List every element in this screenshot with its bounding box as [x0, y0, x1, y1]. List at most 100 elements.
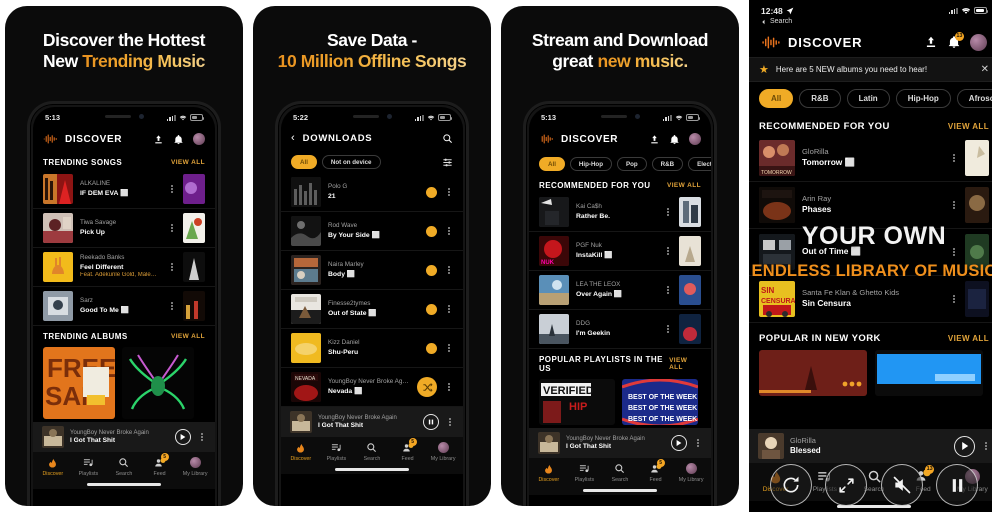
- view-all-link[interactable]: VIEW ALL: [948, 334, 989, 343]
- view-all-link[interactable]: VIEW ALL: [667, 182, 701, 189]
- upload-icon[interactable]: [153, 134, 164, 145]
- downloaded-indicator-icon[interactable]: [426, 264, 437, 276]
- back-to-search-link[interactable]: Search: [749, 18, 992, 27]
- tab-my-library[interactable]: My Library: [177, 456, 213, 477]
- mini-player-overflow-icon[interactable]: [445, 416, 454, 427]
- upload-icon[interactable]: [924, 35, 938, 49]
- view-all-link[interactable]: VIEW ALL: [948, 122, 989, 131]
- downloaded-indicator-icon[interactable]: [426, 342, 437, 354]
- avatar[interactable]: [689, 133, 701, 145]
- play-button[interactable]: [671, 435, 687, 451]
- album-tile[interactable]: FREE SAM: [43, 347, 115, 419]
- close-icon[interactable]: ✕: [981, 64, 989, 75]
- tab-search[interactable]: Search: [354, 441, 390, 462]
- mini-player-overflow-icon[interactable]: [693, 437, 702, 448]
- table-row[interactable]: Naira Marley Body ⬜: [281, 251, 463, 290]
- chip-rnb[interactable]: R&B: [799, 89, 841, 108]
- table-row[interactable]: Sarz Good To Me ⬜: [33, 287, 215, 326]
- chip-rnb[interactable]: R&B: [651, 157, 684, 171]
- replay-button[interactable]: [769, 464, 812, 506]
- bell-icon[interactable]: [669, 134, 680, 145]
- table-row[interactable]: Rod Wave By Your Side ⬜: [281, 212, 463, 251]
- row-overflow-menu-icon[interactable]: [949, 199, 958, 210]
- chip-hip-hop[interactable]: Hip-Hop: [569, 157, 612, 171]
- mini-player-2[interactable]: YoungBoy Never Broke Again I Got That Sh…: [281, 407, 463, 437]
- table-row[interactable]: LÉA THE LEOX Over Again ⬜: [529, 271, 711, 310]
- chip-all[interactable]: All: [291, 155, 317, 169]
- tab-discover[interactable]: Discover: [531, 462, 567, 483]
- row-overflow-menu-icon[interactable]: [949, 246, 958, 257]
- chip-latin[interactable]: Latin: [846, 89, 890, 108]
- row-overflow-menu-icon[interactable]: [444, 303, 453, 314]
- chip-electronic[interactable]: Electronic: [688, 157, 711, 171]
- playlist-tile[interactable]: VERIFIED HIP: [539, 379, 615, 425]
- chip-pop[interactable]: Pop: [616, 157, 647, 171]
- table-row[interactable]: Out of Time ⬜: [749, 229, 992, 276]
- tab-playlists[interactable]: Playlists: [319, 441, 355, 462]
- row-overflow-menu-icon[interactable]: [167, 222, 176, 233]
- tab-playlists[interactable]: Playlists: [567, 462, 603, 483]
- album-tile[interactable]: [122, 347, 194, 419]
- row-overflow-menu-icon[interactable]: [444, 186, 453, 197]
- bell-icon[interactable]: [173, 134, 184, 145]
- table-row[interactable]: Kizz Daniel Shu-Peru: [281, 329, 463, 368]
- row-overflow-menu-icon[interactable]: [444, 381, 453, 392]
- table-row[interactable]: ALKALINE IF DEM EVA ⬜: [33, 170, 215, 209]
- table-row[interactable]: Tiwa Savage Pick Up: [33, 209, 215, 248]
- row-overflow-menu-icon[interactable]: [444, 225, 453, 236]
- table-row[interactable]: NEVADA YoungBoy Never Broke Again Nevada …: [281, 368, 463, 407]
- row-overflow-menu-icon[interactable]: [949, 293, 958, 304]
- play-button[interactable]: [954, 435, 975, 457]
- filter-settings-icon[interactable]: [442, 157, 453, 168]
- mini-player-overflow-icon[interactable]: [197, 431, 206, 442]
- tab-search[interactable]: Search: [602, 462, 638, 483]
- chip-all[interactable]: All: [539, 157, 565, 171]
- playlist-tile[interactable]: [875, 350, 983, 396]
- tab-discover[interactable]: Discover: [35, 456, 71, 477]
- tab-my-library[interactable]: My Library: [425, 441, 461, 462]
- tab-discover[interactable]: Discover: [283, 441, 319, 462]
- view-all-link[interactable]: VIEW ALL: [669, 357, 701, 371]
- table-row[interactable]: Finesse2tymes Out of State ⬜: [281, 290, 463, 329]
- row-overflow-menu-icon[interactable]: [444, 342, 453, 353]
- mute-button[interactable]: [880, 464, 923, 506]
- downloaded-indicator-icon[interactable]: [426, 225, 437, 237]
- mini-player-1[interactable]: YoungBoy Never Broke Again I Got That Sh…: [33, 422, 215, 452]
- pause-button[interactable]: [936, 464, 979, 506]
- mini-player-overflow-icon[interactable]: [981, 440, 990, 451]
- row-overflow-menu-icon[interactable]: [167, 261, 176, 272]
- table-row[interactable]: DDG I'm Geekin: [529, 310, 711, 349]
- pause-button[interactable]: [423, 414, 439, 430]
- tab-my-library[interactable]: My Library: [673, 462, 709, 483]
- mini-player-3[interactable]: YoungBoy Never Broke Again I Got That Sh…: [529, 428, 711, 458]
- chip-hip-hop[interactable]: Hip-Hop: [895, 89, 951, 108]
- chip-not-on-device[interactable]: Not on device: [321, 155, 381, 169]
- row-overflow-menu-icon[interactable]: [663, 245, 672, 256]
- downloaded-indicator-icon[interactable]: [426, 303, 437, 315]
- back-chevron-icon[interactable]: ‹: [291, 132, 295, 144]
- tab-feed[interactable]: 5 Feed: [638, 459, 674, 483]
- row-overflow-menu-icon[interactable]: [663, 206, 672, 217]
- table-row[interactable]: Polo G 21: [281, 173, 463, 212]
- row-overflow-menu-icon[interactable]: [663, 323, 672, 334]
- playlist-tile[interactable]: [759, 350, 867, 396]
- table-row[interactable]: Arin Ray Phases: [749, 182, 992, 229]
- shuffle-button[interactable]: [417, 377, 437, 397]
- row-overflow-menu-icon[interactable]: [167, 300, 176, 311]
- play-button[interactable]: [175, 429, 191, 445]
- downloaded-indicator-icon[interactable]: [426, 186, 437, 198]
- row-overflow-menu-icon[interactable]: [949, 152, 958, 163]
- chip-all[interactable]: All: [759, 89, 794, 108]
- table-row[interactable]: Kai Ca$h Rather Be.: [529, 193, 711, 232]
- table-row[interactable]: Reekado Banks Feel Different Feat. Adeku…: [33, 248, 215, 287]
- upload-icon[interactable]: [649, 134, 660, 145]
- mini-player-4[interactable]: GloRilla Blessed: [749, 429, 992, 463]
- fullscreen-button[interactable]: [825, 464, 868, 506]
- row-overflow-menu-icon[interactable]: [663, 284, 672, 295]
- table-row[interactable]: SIN CENSURA Santa Fe Klan & Ghetto Kids Si…: [749, 276, 992, 323]
- table-row[interactable]: NUK PGF Nuk InstaKill ⬜: [529, 232, 711, 271]
- tab-search[interactable]: Search: [106, 456, 142, 477]
- view-all-link[interactable]: VIEW ALL: [171, 159, 205, 166]
- playlist-tile[interactable]: BEST OF THE WEEK BEST OF THE WEEK BEST OF …: [622, 379, 698, 425]
- tab-feed[interactable]: 5 Feed: [390, 438, 426, 462]
